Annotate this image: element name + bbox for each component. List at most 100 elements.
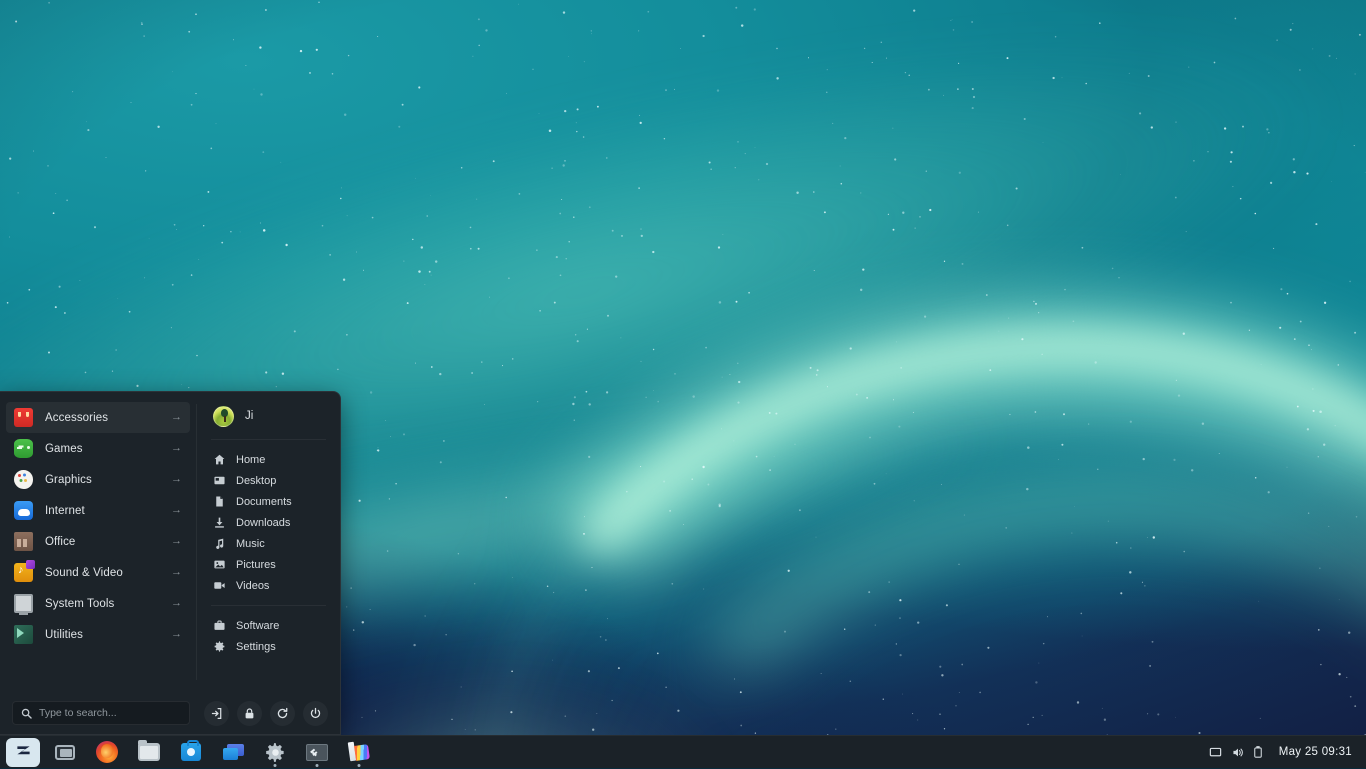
category-label: Utilities	[45, 629, 171, 641]
category-label: Office	[45, 536, 171, 548]
category-item-games[interactable]: Games→	[6, 433, 190, 464]
software-icon	[213, 619, 226, 632]
taskbar-item-start-menu-button[interactable]	[2, 736, 44, 769]
user-name: Ji	[245, 410, 253, 422]
menu-item-label: Home	[236, 454, 265, 466]
category-label: Games	[45, 443, 171, 455]
documents-icon	[213, 495, 226, 508]
taskbar-item-files[interactable]	[128, 736, 170, 769]
videos-icon	[213, 579, 226, 592]
taskbar-item-terminal[interactable]	[296, 736, 338, 769]
user-account-item[interactable]: Ji	[203, 402, 334, 430]
category-item-office[interactable]: Office→	[6, 526, 190, 557]
chevron-right-icon: →	[171, 412, 182, 423]
menu-item-videos[interactable]: Videos	[203, 575, 334, 596]
palette-app-icon	[348, 742, 370, 762]
settings-gear-icon	[213, 640, 226, 653]
category-label: Graphics	[45, 474, 171, 486]
taskbar-item-messaging[interactable]	[212, 736, 254, 769]
sound-video-icon	[14, 563, 33, 582]
category-item-graphics[interactable]: Graphics→	[6, 464, 190, 495]
menu-item-label: Music	[236, 538, 265, 550]
menu-item-home[interactable]: Home	[203, 449, 334, 470]
menu-item-desktop[interactable]: Desktop	[203, 470, 334, 491]
clock[interactable]: May 25 09:31	[1279, 746, 1352, 758]
start-menu[interactable]: Accessories→Games→Graphics→Internet→Offi…	[0, 391, 341, 735]
avatar	[213, 406, 234, 427]
session-button-group	[204, 701, 328, 726]
volume-icon[interactable]	[1231, 746, 1244, 759]
chevron-right-icon: →	[171, 598, 182, 609]
chevron-right-icon: →	[171, 474, 182, 485]
menu-item-music[interactable]: Music	[203, 533, 334, 554]
category-item-internet[interactable]: Internet→	[6, 495, 190, 526]
taskbar-launcher-area	[2, 736, 380, 769]
start-menu-footer: Type to search...	[0, 692, 340, 734]
menu-item-label: Documents	[236, 496, 292, 508]
firefox-icon	[96, 741, 118, 763]
shutdown-button[interactable]	[303, 701, 328, 726]
software-store-icon	[181, 743, 201, 761]
search-icon	[21, 708, 32, 719]
system-tools-icon	[14, 594, 33, 613]
system-tray: May 25 09:31	[1209, 746, 1360, 759]
menu-item-label: Downloads	[236, 517, 290, 529]
chevron-right-icon: →	[171, 567, 182, 578]
file-manager-icon	[138, 743, 160, 761]
chevron-right-icon: →	[171, 536, 182, 547]
show-desktop-icon	[55, 745, 75, 760]
start-menu-body: Accessories→Games→Graphics→Internet→Offi…	[0, 392, 340, 692]
log-out-button[interactable]	[204, 701, 229, 726]
search-placeholder: Type to search...	[39, 707, 117, 719]
menu-item-label: Pictures	[236, 559, 276, 571]
downloads-icon	[213, 516, 226, 529]
chevron-right-icon: →	[171, 629, 182, 640]
lock-button[interactable]	[237, 701, 262, 726]
menu-divider-top	[211, 439, 326, 440]
home-icon	[213, 453, 226, 466]
games-icon	[14, 439, 33, 458]
battery-icon[interactable]	[1253, 746, 1263, 759]
zorin-logo-icon	[12, 741, 34, 763]
menu-item-label: Software	[236, 620, 279, 632]
application-category-list: Accessories→Games→Graphics→Internet→Offi…	[0, 392, 196, 692]
menu-item-label: Desktop	[236, 475, 276, 487]
chat-app-icon	[223, 744, 244, 761]
terminal-icon	[306, 744, 328, 761]
utilities-icon	[14, 625, 33, 644]
music-icon	[213, 537, 226, 550]
menu-item-documents[interactable]: Documents	[203, 491, 334, 512]
menu-item-software[interactable]: Software	[203, 615, 334, 636]
menu-item-pictures[interactable]: Pictures	[203, 554, 334, 575]
category-label: System Tools	[45, 598, 171, 610]
category-item-accessories[interactable]: Accessories→	[6, 402, 190, 433]
taskbar-item-firefox[interactable]	[86, 736, 128, 769]
menu-item-settings[interactable]: Settings	[203, 636, 334, 657]
menu-item-label: Videos	[236, 580, 269, 592]
menu-item-label: Settings	[236, 641, 276, 653]
restart-button[interactable]	[270, 701, 295, 726]
office-icon	[14, 532, 33, 551]
taskbar-item-show-desktop[interactable]	[44, 736, 86, 769]
pictures-icon	[213, 558, 226, 571]
settings-gear-icon	[265, 742, 286, 763]
system-shortcut-list: Software Settings	[197, 615, 340, 657]
places-list: Home Desktop Documents Downloads Music Pictur…	[197, 449, 340, 596]
desktop-icon	[213, 474, 226, 487]
search-input[interactable]: Type to search...	[12, 701, 190, 725]
taskbar[interactable]: May 25 09:31	[0, 735, 1366, 768]
menu-divider-bottom	[211, 605, 326, 606]
accessories-icon	[14, 408, 33, 427]
menu-item-downloads[interactable]: Downloads	[203, 512, 334, 533]
category-item-system-tools[interactable]: System Tools→	[6, 588, 190, 619]
taskbar-item-color-app[interactable]	[338, 736, 380, 769]
display-icon[interactable]	[1209, 746, 1222, 759]
taskbar-item-software[interactable]	[170, 736, 212, 769]
category-label: Internet	[45, 505, 171, 517]
category-label: Accessories	[45, 412, 171, 424]
category-item-sound-video[interactable]: Sound & Video→	[6, 557, 190, 588]
category-item-utilities[interactable]: Utilities→	[6, 619, 190, 650]
taskbar-item-settings[interactable]	[254, 736, 296, 769]
chevron-right-icon: →	[171, 443, 182, 454]
graphics-icon	[14, 470, 33, 489]
